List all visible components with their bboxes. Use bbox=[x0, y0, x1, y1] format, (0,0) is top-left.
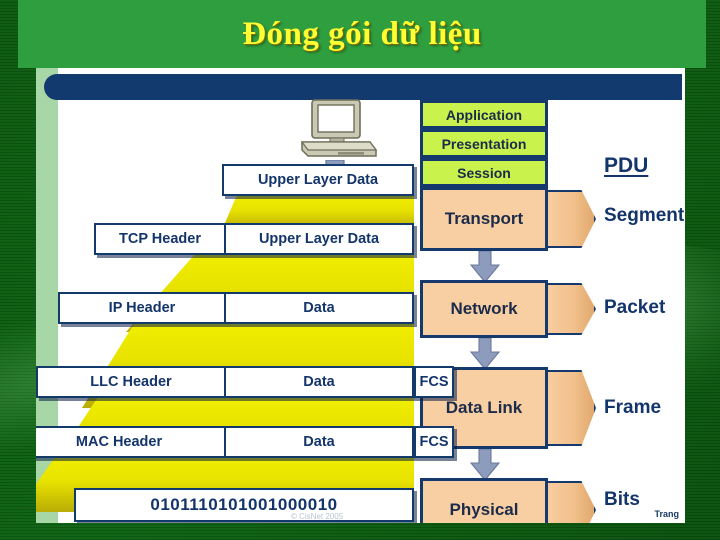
enc-cell-upper-layer-data: Upper Layer Data bbox=[257, 172, 379, 188]
pdu-tab-bits bbox=[544, 481, 596, 523]
enc-cell-ip-payload: Data bbox=[224, 294, 412, 322]
enc-cell-bitstream: 0101110101001000010 bbox=[150, 495, 338, 514]
enc-cell-llc-payload: Data bbox=[224, 368, 412, 396]
table-row: MAC Header Data bbox=[36, 426, 414, 458]
slide-canvas: Upper Layer Data TCP Header Upper Layer … bbox=[36, 68, 685, 523]
pdu-label-packet: Packet bbox=[604, 297, 666, 318]
table-row: 0101110101001000010 bbox=[74, 488, 414, 522]
page-label: Trang bbox=[654, 509, 679, 519]
table-row: TCP Header Upper Layer Data bbox=[94, 223, 414, 255]
pdu-tab-segment bbox=[544, 190, 596, 248]
navy-header-bar bbox=[44, 74, 682, 100]
slide-title: Đóng gói dữ liệu bbox=[242, 15, 482, 52]
enc-cell-llc-header: LLC Header bbox=[90, 374, 172, 390]
enc-cell-mac-fcs: FCS bbox=[414, 426, 454, 458]
pdu-heading: PDU bbox=[604, 154, 649, 177]
enc-cell-ip-header: IP Header bbox=[108, 300, 176, 316]
enc-cell-mac-header: MAC Header bbox=[75, 434, 163, 450]
table-row: LLC Header Data bbox=[36, 366, 414, 398]
osi-layer-session: Session bbox=[420, 158, 548, 187]
desktop-computer-icon bbox=[294, 98, 382, 169]
copyright-notice: © CisNet 2005 bbox=[291, 512, 344, 521]
osi-layer-application: Application bbox=[420, 100, 548, 129]
osi-layer-presentation: Presentation bbox=[420, 129, 548, 158]
enc-cell-mac-payload: Data bbox=[224, 428, 412, 456]
osi-layer-transport: Transport bbox=[420, 187, 548, 251]
enc-cell-tcp-header: TCP Header bbox=[119, 231, 201, 247]
pdu-label-segment: Segment bbox=[604, 205, 685, 226]
table-row: IP Header Data bbox=[58, 292, 414, 324]
pdu-tab-frame bbox=[544, 370, 596, 446]
osi-layer-network: Network bbox=[420, 280, 548, 338]
enc-cell-llc-fcs: FCS bbox=[414, 366, 454, 398]
pdu-label-frame: Frame bbox=[604, 397, 662, 418]
pdu-label-bits: Bits bbox=[604, 489, 640, 510]
enc-cell-tcp-payload: Upper Layer Data bbox=[224, 225, 412, 253]
osi-layer-physical: Physical bbox=[420, 478, 548, 523]
title-banner: Đóng gói dữ liệu bbox=[18, 0, 706, 68]
pdu-tab-packet bbox=[544, 283, 596, 335]
